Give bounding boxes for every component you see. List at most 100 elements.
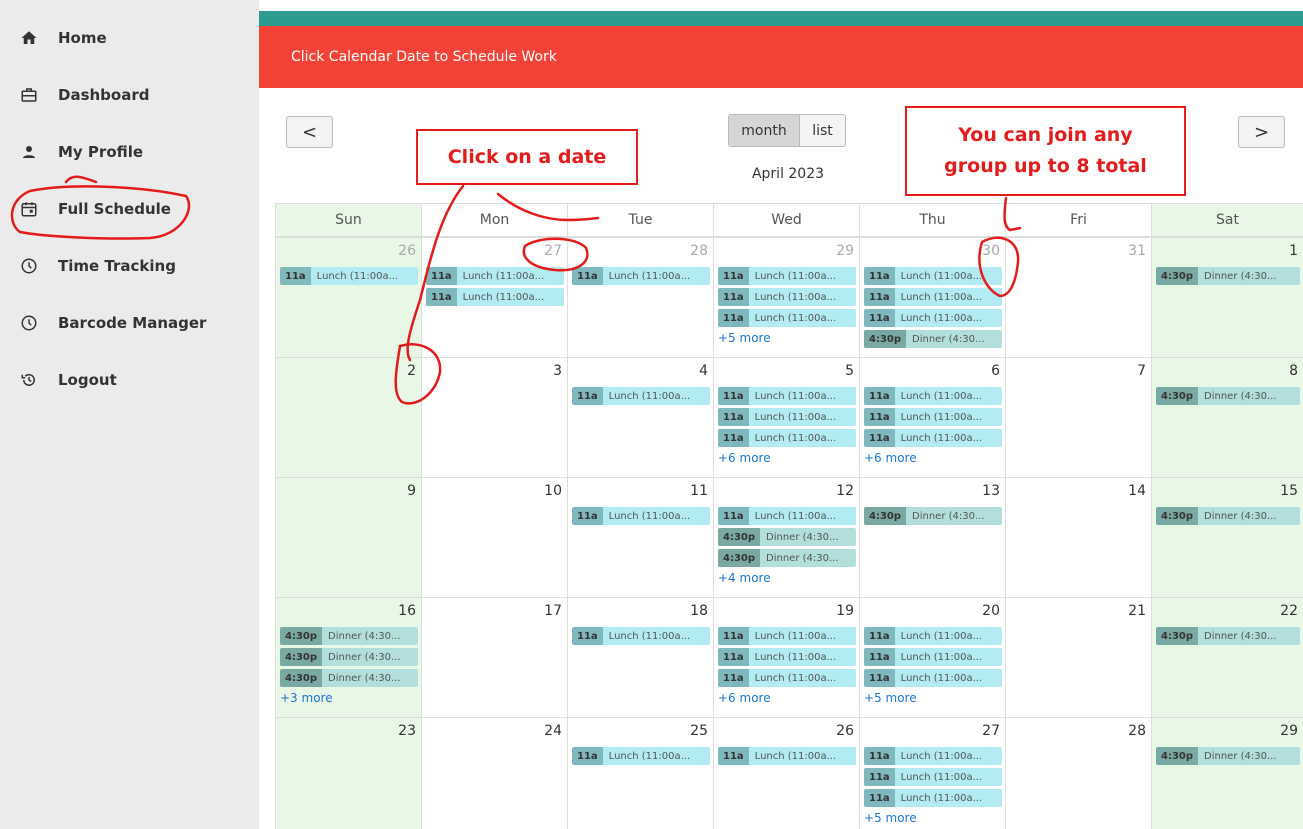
calendar-day-cell[interactable]: 2 — [275, 357, 421, 477]
more-events-link[interactable]: +6 more — [718, 451, 771, 465]
event-lunch[interactable]: 11a Lunch (11:00a... — [864, 789, 1002, 807]
event-dinner[interactable]: 4:30p Dinner (4:30... — [1156, 627, 1300, 645]
day-number[interactable]: 22 — [1280, 603, 1298, 619]
event-lunch[interactable]: 11a Lunch (11:00a... — [864, 429, 1002, 447]
event-dinner[interactable]: 4:30p Dinner (4:30... — [864, 507, 1002, 525]
calendar-day-cell[interactable]: 13 4:30p Dinner (4:30... — [859, 477, 1005, 597]
day-number[interactable]: 9 — [407, 483, 416, 499]
calendar-day-cell[interactable]: 19 11a Lunch (11:00a... 11a Lunch (11:00a...… — [713, 597, 859, 717]
event-lunch[interactable]: 11a Lunch (11:00a... — [864, 288, 1002, 306]
event-dinner[interactable]: 4:30p Dinner (4:30... — [280, 669, 418, 687]
calendar-day-cell[interactable]: 4 11a Lunch (11:00a... — [567, 357, 713, 477]
calendar-day-cell[interactable]: 26 11a Lunch (11:00a... — [713, 717, 859, 829]
calendar-day-cell[interactable]: 26 11a Lunch (11:00a... — [275, 237, 421, 357]
event-dinner[interactable]: 4:30p Dinner (4:30... — [1156, 507, 1300, 525]
day-number[interactable]: 2 — [407, 363, 416, 379]
day-number[interactable]: 8 — [1289, 363, 1298, 379]
event-lunch[interactable]: 11a Lunch (11:00a... — [718, 309, 856, 327]
event-lunch[interactable]: 11a Lunch (11:00a... — [864, 627, 1002, 645]
calendar-day-cell[interactable]: 14 — [1005, 477, 1151, 597]
event-lunch[interactable]: 11a Lunch (11:00a... — [572, 747, 710, 765]
event-lunch[interactable]: 11a Lunch (11:00a... — [864, 669, 1002, 687]
more-events-link[interactable]: +6 more — [718, 691, 771, 705]
event-lunch[interactable]: 11a Lunch (11:00a... — [864, 267, 1002, 285]
more-events-link[interactable]: +5 more — [718, 331, 771, 345]
event-lunch[interactable]: 11a Lunch (11:00a... — [864, 309, 1002, 327]
calendar-day-cell[interactable]: 28 11a Lunch (11:00a... — [567, 237, 713, 357]
day-number[interactable]: 4 — [699, 363, 708, 379]
day-number[interactable]: 5 — [845, 363, 854, 379]
event-lunch[interactable]: 11a Lunch (11:00a... — [718, 507, 856, 525]
calendar-day-cell[interactable]: 27 11a Lunch (11:00a... 11a Lunch (11:00a... — [421, 237, 567, 357]
event-lunch[interactable]: 11a Lunch (11:00a... — [718, 669, 856, 687]
calendar-day-cell[interactable]: 18 11a Lunch (11:00a... — [567, 597, 713, 717]
calendar-day-cell[interactable]: 17 — [421, 597, 567, 717]
calendar-day-cell[interactable]: 6 11a Lunch (11:00a... 11a Lunch (11:00a... 1… — [859, 357, 1005, 477]
nav-home[interactable]: Home — [18, 18, 107, 58]
calendar-day-cell[interactable]: 21 — [1005, 597, 1151, 717]
day-number[interactable]: 21 — [1128, 603, 1146, 619]
day-number[interactable]: 17 — [544, 603, 562, 619]
event-dinner[interactable]: 4:30p Dinner (4:30... — [1156, 267, 1300, 285]
day-number[interactable]: 27 — [982, 723, 1000, 739]
day-number[interactable]: 7 — [1137, 363, 1146, 379]
day-number[interactable]: 30 — [982, 243, 1000, 259]
calendar-day-cell[interactable]: 11 11a Lunch (11:00a... — [567, 477, 713, 597]
event-lunch[interactable]: 11a Lunch (11:00a... — [718, 429, 856, 447]
event-lunch[interactable]: 11a Lunch (11:00a... — [718, 267, 856, 285]
more-events-link[interactable]: +5 more — [864, 811, 917, 825]
event-lunch[interactable]: 11a Lunch (11:00a... — [864, 387, 1002, 405]
event-lunch[interactable]: 11a Lunch (11:00a... — [426, 288, 564, 306]
nav-barcode-manager[interactable]: Barcode Manager — [18, 303, 206, 343]
day-number[interactable]: 14 — [1128, 483, 1146, 499]
event-lunch[interactable]: 11a Lunch (11:00a... — [864, 747, 1002, 765]
day-number[interactable]: 25 — [690, 723, 708, 739]
event-lunch[interactable]: 11a Lunch (11:00a... — [572, 267, 710, 285]
event-lunch[interactable]: 11a Lunch (11:00a... — [572, 627, 710, 645]
day-number[interactable]: 24 — [544, 723, 562, 739]
calendar-day-cell[interactable]: 29 4:30p Dinner (4:30... — [1151, 717, 1303, 829]
event-lunch[interactable]: 11a Lunch (11:00a... — [572, 507, 710, 525]
event-lunch[interactable]: 11a Lunch (11:00a... — [718, 387, 856, 405]
day-number[interactable]: 27 — [544, 243, 562, 259]
calendar-day-cell[interactable]: 1 4:30p Dinner (4:30... — [1151, 237, 1303, 357]
calendar-day-cell[interactable]: 16 4:30p Dinner (4:30... 4:30p Dinner (4:30.… — [275, 597, 421, 717]
calendar-day-cell[interactable]: 24 — [421, 717, 567, 829]
event-dinner[interactable]: 4:30p Dinner (4:30... — [280, 648, 418, 666]
event-lunch[interactable]: 11a Lunch (11:00a... — [864, 768, 1002, 786]
day-number[interactable]: 13 — [982, 483, 1000, 499]
next-month-button[interactable]: > — [1238, 116, 1285, 148]
day-number[interactable]: 26 — [398, 243, 416, 259]
more-events-link[interactable]: +3 more — [280, 691, 333, 705]
event-dinner[interactable]: 4:30p Dinner (4:30... — [864, 330, 1002, 348]
nav-time-tracking[interactable]: Time Tracking — [18, 246, 176, 286]
calendar-day-cell[interactable]: 23 — [275, 717, 421, 829]
event-lunch[interactable]: 11a Lunch (11:00a... — [280, 267, 418, 285]
calendar-day-cell[interactable]: 5 11a Lunch (11:00a... 11a Lunch (11:00a... 1… — [713, 357, 859, 477]
more-events-link[interactable]: +4 more — [718, 571, 771, 585]
day-number[interactable]: 29 — [836, 243, 854, 259]
calendar-day-cell[interactable]: 8 4:30p Dinner (4:30... — [1151, 357, 1303, 477]
event-lunch[interactable]: 11a Lunch (11:00a... — [572, 387, 710, 405]
day-number[interactable]: 15 — [1280, 483, 1298, 499]
calendar-day-cell[interactable]: 20 11a Lunch (11:00a... 11a Lunch (11:00a...… — [859, 597, 1005, 717]
event-dinner[interactable]: 4:30p Dinner (4:30... — [718, 528, 856, 546]
day-number[interactable]: 16 — [398, 603, 416, 619]
event-lunch[interactable]: 11a Lunch (11:00a... — [426, 267, 564, 285]
calendar-day-cell[interactable]: 31 — [1005, 237, 1151, 357]
event-lunch[interactable]: 11a Lunch (11:00a... — [864, 408, 1002, 426]
calendar-day-cell[interactable]: 12 11a Lunch (11:00a... 4:30p Dinner (4:30..… — [713, 477, 859, 597]
calendar-day-cell[interactable]: 9 — [275, 477, 421, 597]
event-lunch[interactable]: 11a Lunch (11:00a... — [718, 408, 856, 426]
day-number[interactable]: 18 — [690, 603, 708, 619]
prev-month-button[interactable]: < — [286, 116, 333, 148]
day-number[interactable]: 19 — [836, 603, 854, 619]
day-number[interactable]: 26 — [836, 723, 854, 739]
event-lunch[interactable]: 11a Lunch (11:00a... — [718, 648, 856, 666]
event-lunch[interactable]: 11a Lunch (11:00a... — [718, 627, 856, 645]
calendar-day-cell[interactable]: 25 11a Lunch (11:00a... — [567, 717, 713, 829]
nav-full-schedule[interactable]: Full Schedule — [18, 189, 171, 229]
calendar-day-cell[interactable]: 22 4:30p Dinner (4:30... — [1151, 597, 1303, 717]
nav-dashboard[interactable]: Dashboard — [18, 75, 149, 115]
day-number[interactable]: 29 — [1280, 723, 1298, 739]
